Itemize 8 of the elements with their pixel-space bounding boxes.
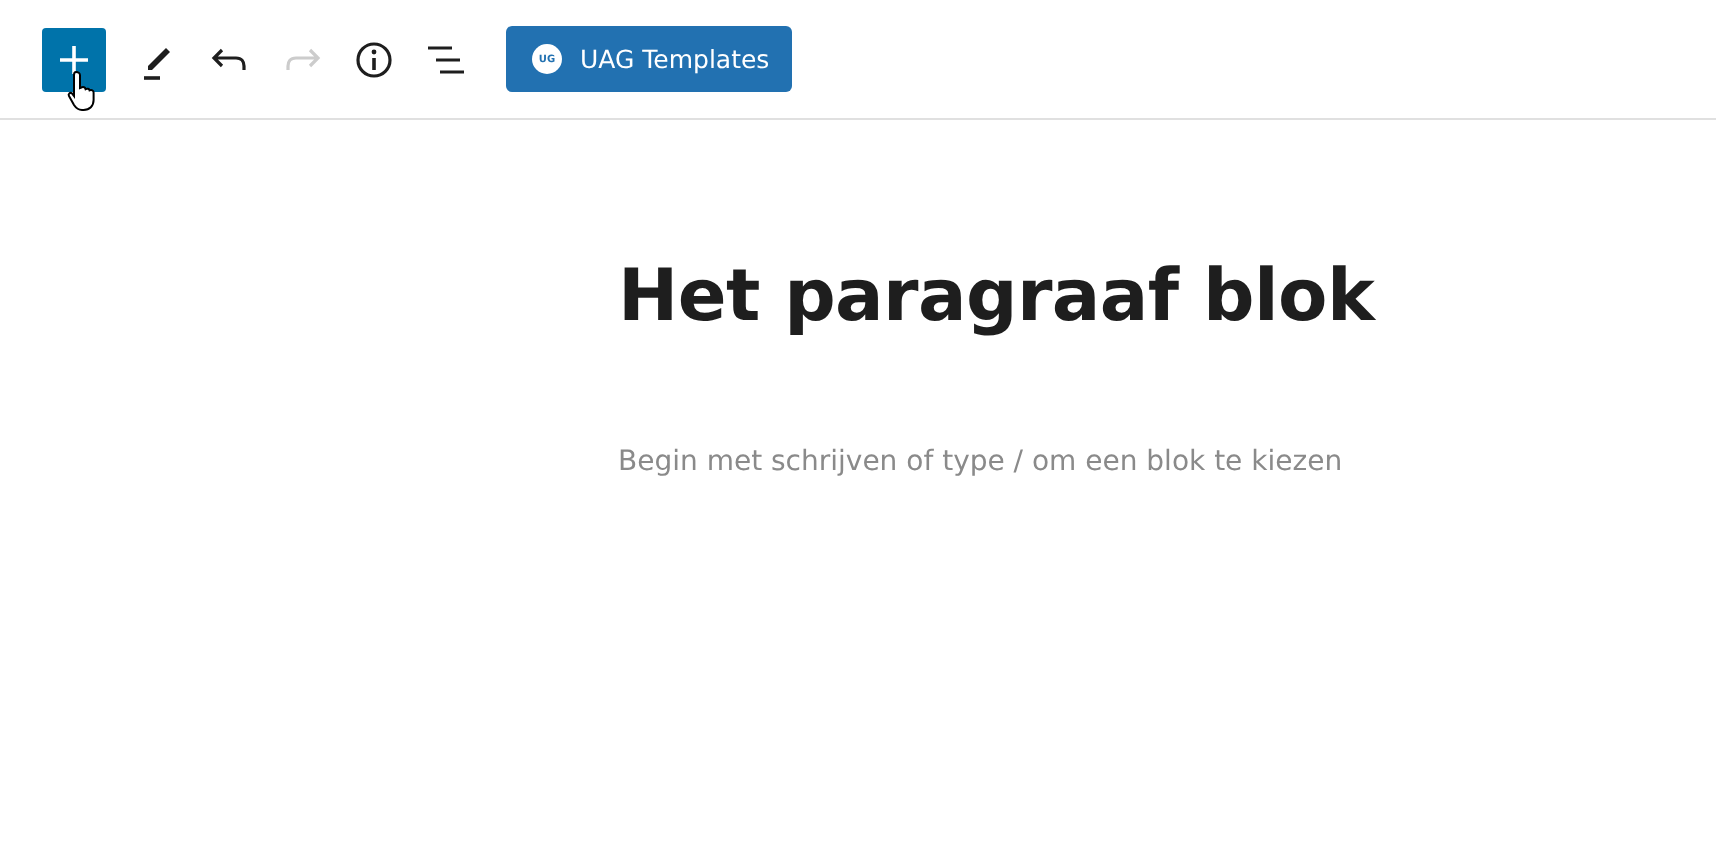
paragraph-placeholder[interactable]: Begin met schrijven of type / om een blok te kiezen [618,446,1378,478]
add-button[interactable] [42,27,106,91]
undo-arrow-icon [210,43,250,75]
plus-icon [58,43,90,75]
list-outline-icon [426,43,466,75]
info-icon [354,39,394,79]
post-title[interactable]: Het paragraaf blok [618,256,1378,338]
redo-arrow-icon [282,43,322,75]
